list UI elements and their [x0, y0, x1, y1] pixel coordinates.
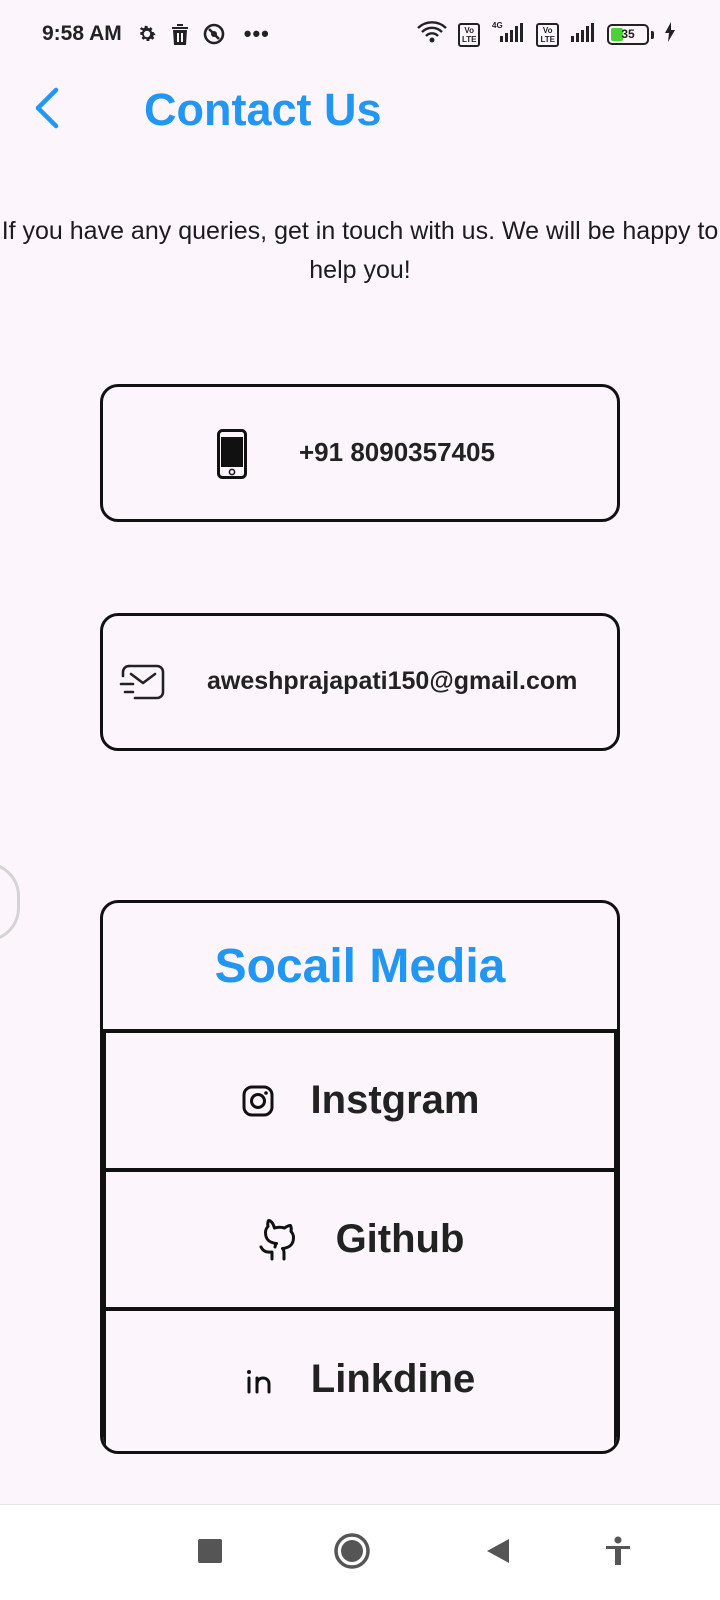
home-button[interactable] [332, 1532, 372, 1575]
phone-card[interactable]: +91 8090357405 [100, 384, 620, 522]
square-icon [197, 1538, 223, 1569]
status-time: 9:58 AM [42, 22, 122, 45]
volte-sim2-badge: Vo LTE [536, 22, 559, 47]
back-nav-button[interactable] [478, 1533, 518, 1573]
phone-icon [217, 429, 247, 484]
social-media-card: Socail Media Instgram Github Linkdine [100, 900, 620, 1454]
social-heading: Socail Media [103, 903, 617, 1033]
battery-tip [651, 30, 654, 39]
instagram-icon [241, 1084, 275, 1118]
recents-button[interactable] [190, 1533, 230, 1573]
status-bar: 9:58 AM ••• Vo LTE 4G Vo LTE 35 [0, 0, 720, 68]
more-notifications-icon: ••• [243, 21, 270, 46]
triangle-back-icon [485, 1537, 511, 1570]
svg-text:4G: 4G [492, 21, 503, 30]
social-item-label: Linkdine [310, 1357, 476, 1401]
app-bar: Contact Us [0, 70, 720, 150]
wifi-icon [416, 20, 448, 49]
status-notification-icons: ••• [136, 21, 270, 47]
accessibility-button[interactable] [598, 1533, 638, 1573]
intro-text: If you have any queries, get in touch wi… [1, 217, 719, 284]
status-system-icons: Vo LTE 4G Vo LTE 35 [416, 20, 676, 49]
social-item-instagram[interactable]: Instgram [103, 1033, 617, 1172]
back-button[interactable] [22, 82, 72, 138]
system-nav-bar [0, 1504, 720, 1600]
social-item-label: Instgram [310, 1078, 480, 1122]
social-item-github[interactable]: Github [103, 1172, 617, 1311]
charging-bolt-icon [664, 22, 676, 47]
volte-sim1-badge: Vo LTE [457, 22, 481, 47]
github-icon [256, 1217, 300, 1263]
settings-gear-icon [136, 23, 158, 45]
page-title: Contact Us [144, 84, 382, 135]
social-item-label: Github [335, 1217, 465, 1261]
email-address: aweshprajapati150@gmail.com [207, 667, 578, 695]
linkedin-icon [245, 1366, 275, 1394]
trash-icon [170, 23, 190, 45]
signal-sim1-icon: 4G [490, 20, 526, 49]
battery-level: 35 [621, 27, 635, 41]
battery-indicator: 35 [607, 24, 649, 45]
signal-sim2-icon [569, 20, 597, 49]
email-card[interactable]: aweshprajapati150@gmail.com [100, 613, 620, 751]
email-icon [119, 662, 167, 707]
phone-number: +91 8090357405 [299, 437, 495, 467]
data-saver-icon [202, 22, 226, 46]
edge-swipe-handle[interactable] [0, 862, 20, 942]
chevron-left-icon [32, 87, 62, 134]
home-circle-icon [333, 1532, 371, 1575]
accessibility-icon [605, 1536, 631, 1571]
social-item-linkedin[interactable]: Linkdine [103, 1311, 617, 1448]
